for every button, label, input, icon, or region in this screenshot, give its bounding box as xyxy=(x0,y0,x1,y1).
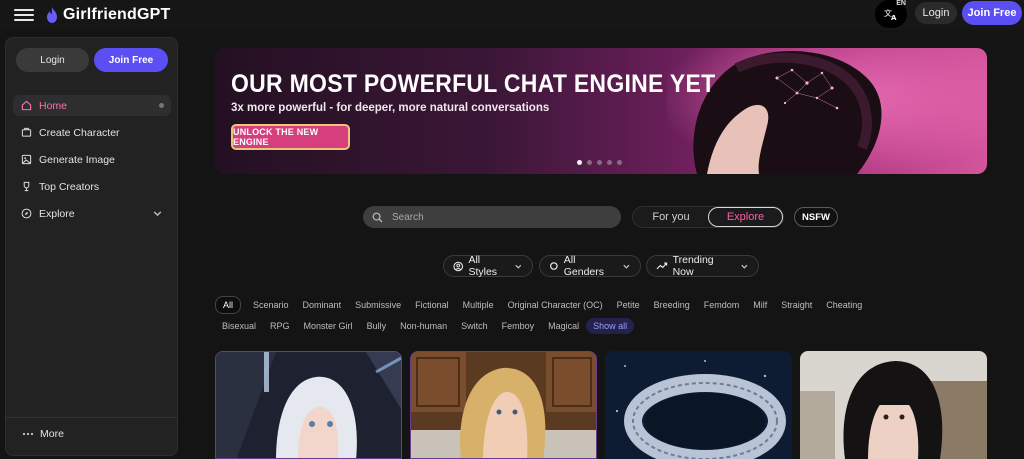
more-label: More xyxy=(40,428,64,440)
tag-fictional[interactable]: Fictional xyxy=(408,297,456,313)
trophy-icon xyxy=(23,181,30,192)
sidebar-item-label: Create Character xyxy=(39,126,120,139)
home-icon xyxy=(21,100,32,111)
image-icon xyxy=(21,154,32,165)
sidebar-login-button[interactable]: Login xyxy=(16,48,89,72)
sidebar-item-label: Generate Image xyxy=(39,153,115,166)
tag-monster-girl[interactable]: Monster Girl xyxy=(297,318,360,334)
tag-petite[interactable]: Petite xyxy=(610,297,647,313)
language-button[interactable]: 文 A EN xyxy=(875,0,907,28)
banner-subtitle: 3x more powerful - for deeper, more natu… xyxy=(231,102,550,114)
chevron-down-icon xyxy=(623,264,630,269)
carousel-dot[interactable] xyxy=(577,160,582,165)
sort-dropdown[interactable]: Trending Now xyxy=(646,254,759,278)
tag-submissive[interactable]: Submissive xyxy=(348,297,408,313)
chevron-down-icon[interactable] xyxy=(152,208,163,219)
tag-cheating[interactable]: Cheating xyxy=(819,297,869,313)
character-card[interactable] xyxy=(215,351,402,459)
face-icon xyxy=(453,261,464,271)
banner-artwork xyxy=(667,48,987,174)
status-dot xyxy=(159,103,164,108)
styles-dropdown[interactable]: All Styles xyxy=(443,254,533,278)
nsfw-toggle[interactable]: NSFW xyxy=(794,207,838,227)
tag-femboy[interactable]: Femboy xyxy=(495,318,542,334)
carousel-dots xyxy=(577,160,622,165)
tag-multiple[interactable]: Multiple xyxy=(456,297,501,313)
tag-scenario[interactable]: Scenario xyxy=(246,297,296,313)
character-card[interactable] xyxy=(605,351,792,459)
character-image xyxy=(411,352,596,458)
genders-dropdown[interactable]: All Genders xyxy=(539,254,641,278)
sidebar-join-free-button[interactable]: Join Free xyxy=(94,48,168,72)
sidebar-more[interactable]: More xyxy=(22,428,64,440)
sidebar-item-generate-image[interactable]: Generate Image xyxy=(13,149,171,170)
tag-dominant[interactable]: Dominant xyxy=(296,297,349,313)
sidebar-item-top-creators[interactable]: Top Creators xyxy=(13,176,171,197)
chevron-down-icon xyxy=(741,264,748,269)
chevron-down-icon xyxy=(515,264,522,269)
sidebar-divider xyxy=(6,417,177,418)
carousel-dot[interactable] xyxy=(597,160,602,165)
sidebar-item-create-character[interactable]: Create Character xyxy=(13,122,171,143)
show-all-tags-button[interactable]: Show all xyxy=(586,318,635,334)
tab-explore[interactable]: Explore xyxy=(708,207,783,227)
sort-dropdown-label: Trending Now xyxy=(672,254,714,278)
sidebar-nav: Home Create Character Generate Image Top… xyxy=(13,95,171,230)
tag-femdom[interactable]: Femdom xyxy=(697,297,747,313)
banner-title: OUR MOST POWERFUL CHAT ENGINE YET xyxy=(231,70,716,98)
flame-icon xyxy=(47,7,57,23)
sidebar: Login Join Free Home Create Character Ge… xyxy=(5,37,178,456)
more-dots-icon xyxy=(22,432,34,436)
tag-row-1: All Scenario Dominant Submissive Fiction… xyxy=(215,296,869,314)
sidebar-item-explore[interactable]: Explore xyxy=(13,203,171,224)
carousel-dot[interactable] xyxy=(587,160,592,165)
search-bar[interactable] xyxy=(363,206,621,228)
character-image xyxy=(800,351,987,459)
gender-icon xyxy=(550,262,558,270)
svg-text:A: A xyxy=(891,14,897,21)
language-code: EN xyxy=(896,0,906,7)
brand-name: GirlfriendGPT xyxy=(63,6,171,23)
brand-logo[interactable]: GirlfriendGPT xyxy=(46,4,171,26)
tag-switch[interactable]: Switch xyxy=(454,318,495,334)
carousel-dot[interactable] xyxy=(607,160,612,165)
compass-icon xyxy=(21,208,32,219)
unlock-engine-button[interactable]: UNLOCK THE NEW ENGINE xyxy=(231,124,350,150)
tag-original-character[interactable]: Original Character (OC) xyxy=(501,297,610,313)
styles-dropdown-label: All Styles xyxy=(468,254,498,278)
sidebar-item-label: Explore xyxy=(39,207,75,220)
search-input[interactable] xyxy=(390,210,594,224)
promo-banner[interactable]: OUR MOST POWERFUL CHAT ENGINE YET 3x mor… xyxy=(215,48,987,174)
tag-rpg[interactable]: RPG xyxy=(263,318,297,334)
character-image xyxy=(605,351,792,459)
carousel-dot[interactable] xyxy=(617,160,622,165)
login-button[interactable]: Login xyxy=(915,2,957,24)
tag-row-2: Bisexual RPG Monster Girl Bully Non-huma… xyxy=(215,318,635,334)
tag-straight[interactable]: Straight xyxy=(774,297,819,313)
genders-dropdown-label: All Genders xyxy=(563,254,605,278)
sidebar-item-label: Home xyxy=(39,99,68,112)
tag-bisexual[interactable]: Bisexual xyxy=(215,318,263,334)
translate-icon: 文 A xyxy=(884,8,897,21)
sidebar-item-label: Top Creators xyxy=(39,180,100,193)
join-free-button[interactable]: Join Free xyxy=(962,1,1022,25)
create-icon xyxy=(21,127,32,137)
character-image xyxy=(216,352,401,458)
sidebar-item-home[interactable]: Home xyxy=(13,95,171,116)
tag-milf[interactable]: Milf xyxy=(746,297,774,313)
character-card[interactable] xyxy=(800,351,987,459)
character-card[interactable] xyxy=(410,351,597,459)
tab-for-you[interactable]: For you xyxy=(633,207,709,227)
tag-bully[interactable]: Bully xyxy=(360,318,394,334)
tag-all[interactable]: All xyxy=(215,296,242,314)
view-toggle: For you Explore xyxy=(632,206,784,228)
tag-breeding[interactable]: Breeding xyxy=(647,297,697,313)
search-icon xyxy=(372,212,383,222)
trending-icon xyxy=(656,262,668,270)
menu-icon[interactable] xyxy=(14,6,34,24)
tag-magical[interactable]: Magical xyxy=(541,318,586,334)
tag-non-human[interactable]: Non-human xyxy=(393,318,454,334)
top-bar: GirlfriendGPT 文 A EN Login Join Free xyxy=(0,0,1024,30)
